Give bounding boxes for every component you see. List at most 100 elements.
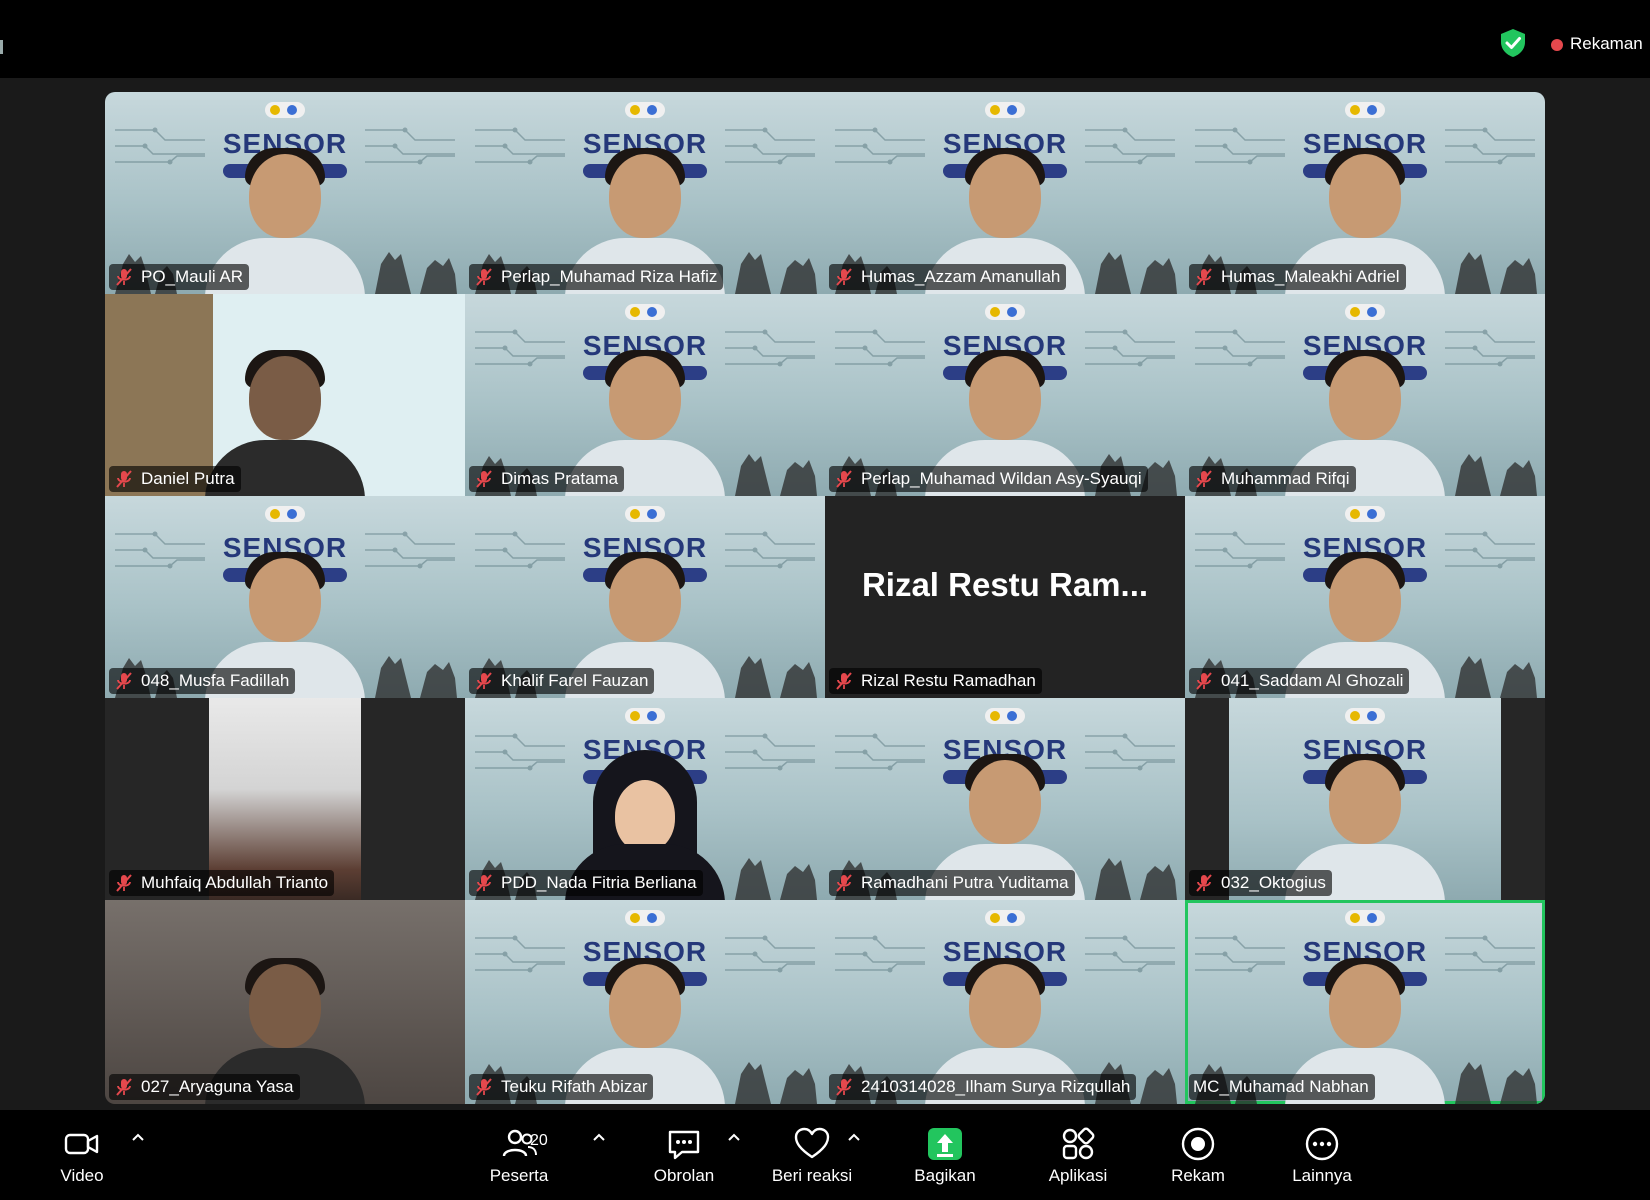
record-icon	[1181, 1127, 1215, 1161]
sponsor-logos-icon	[1345, 304, 1385, 320]
video-tile-active-speaker[interactable]: SENSORKRSTIMC_Muhamad Nabhan	[1185, 900, 1545, 1104]
record-label: Rekam	[1171, 1166, 1225, 1185]
participants-button[interactable]: 20 Peserta	[464, 1124, 574, 1186]
circuit-pattern-icon	[835, 127, 925, 165]
participant-name-tag: 2410314028_Ilham Surya Rizqullah	[829, 1074, 1137, 1100]
apps-icon	[1062, 1127, 1095, 1160]
chat-options-chevron-up-icon[interactable]	[726, 1130, 742, 1146]
record-button[interactable]: Rekam	[1143, 1124, 1253, 1186]
circuit-pattern-icon	[1195, 329, 1285, 367]
mic-off-icon	[116, 672, 132, 690]
participant-name-tag: PO_Mauli AR	[109, 264, 250, 290]
sponsor-logos-icon	[625, 910, 665, 926]
circuit-pattern-icon	[1445, 935, 1535, 973]
video-tile[interactable]: SENSORKRSTIPerlap_Muhamad Wildan Asy-Sya…	[825, 294, 1185, 496]
mic-off-icon	[1196, 874, 1212, 892]
video-tile[interactable]: SENSORKRSTIDimas Pratama	[465, 294, 825, 496]
participant-name: Ramadhani Putra Yuditama	[861, 873, 1069, 892]
reactions-options-chevron-up-icon[interactable]	[846, 1130, 862, 1146]
circuit-pattern-icon	[1085, 329, 1175, 367]
participant-name: PO_Mauli AR	[141, 267, 244, 286]
share-screen-label: Bagikan	[914, 1166, 976, 1185]
video-tile[interactable]: SENSORKRSTIMuhammad Rifqi	[1185, 294, 1545, 496]
participant-name-tag: 032_Oktogius	[1189, 870, 1332, 896]
mic-off-icon	[1196, 672, 1212, 690]
circuit-pattern-icon	[725, 935, 815, 973]
participant-name-tag: Dimas Pratama	[469, 466, 625, 492]
circuit-pattern-icon	[365, 531, 455, 569]
video-tile[interactable]: SENSORKRSTIRamadhani Putra Yuditama	[825, 698, 1185, 900]
circuit-pattern-icon	[475, 935, 565, 973]
participant-name: 2410314028_Ilham Surya Rizqullah	[861, 1077, 1131, 1096]
sponsor-logos-icon	[985, 102, 1025, 118]
mic-off-icon	[476, 672, 492, 690]
sponsor-logos-icon	[985, 304, 1025, 320]
circuit-pattern-icon	[835, 733, 925, 771]
video-tile[interactable]: SENSORKRSTIPO_Mauli AR	[105, 92, 465, 294]
video-tile[interactable]: SENSORKRSTIHumas_Azzam Amanullah	[825, 92, 1185, 294]
participant-name-tag: 041_Saddam Al Ghozali	[1189, 668, 1410, 694]
circuit-pattern-icon	[475, 531, 565, 569]
participant-name: Teuku Rifath Abizar	[501, 1077, 648, 1096]
video-tile[interactable]: Muhfaiq Abdullah Trianto	[105, 698, 465, 900]
heart-icon	[794, 1127, 830, 1159]
window-edge-glyph	[0, 40, 3, 54]
video-tile[interactable]: Rizal Restu Ram... Rizal Restu Ramadhan	[825, 496, 1185, 698]
participant-name-tag: Khalif Farel Fauzan	[469, 668, 655, 694]
video-tile[interactable]: SENSORKRSTI2410314028_Ilham Surya Rizqul…	[825, 900, 1185, 1104]
participant-name-tag: Muhammad Rifqi	[1189, 466, 1356, 492]
participant-name-tag: Daniel Putra	[109, 466, 241, 492]
more-button[interactable]: Lainnya	[1267, 1124, 1377, 1186]
share-screen-button[interactable]: Bagikan	[890, 1124, 1000, 1186]
video-options-chevron-up-icon[interactable]	[130, 1130, 146, 1146]
mic-off-icon	[476, 470, 492, 488]
video-tile[interactable]: SENSORKRSTI041_Saddam Al Ghozali	[1185, 496, 1545, 698]
participants-options-chevron-up-icon[interactable]	[591, 1130, 607, 1146]
shield-check-icon[interactable]	[1499, 28, 1527, 58]
participants-count: 20	[530, 1132, 548, 1149]
sponsor-logos-icon	[985, 910, 1025, 926]
video-tile[interactable]: Daniel Putra	[105, 294, 465, 496]
circuit-pattern-icon	[1195, 531, 1285, 569]
meeting-toolbar: Video 20 Peserta Obrolan Beri reaksi Bag…	[0, 1110, 1650, 1200]
apps-label: Aplikasi	[1048, 1166, 1108, 1185]
circuit-pattern-icon	[475, 733, 565, 771]
video-tile[interactable]: SENSORKRSTIPDD_Nada Fitria Berliana	[465, 698, 825, 900]
video-button[interactable]: Video	[27, 1124, 137, 1186]
participant-name: Humas_Azzam Amanullah	[861, 267, 1061, 286]
video-tile[interactable]: 027_Aryaguna Yasa	[105, 900, 465, 1104]
circuit-pattern-icon	[1195, 127, 1285, 165]
recording-label[interactable]: Rekaman	[1570, 34, 1643, 54]
mic-off-icon	[1196, 470, 1212, 488]
mic-off-icon	[836, 874, 852, 892]
circuit-pattern-icon	[115, 127, 205, 165]
apps-button[interactable]: Aplikasi	[1023, 1124, 1133, 1186]
participant-name: Muhammad Rifqi	[1221, 469, 1350, 488]
video-tile[interactable]: SENSORKRSTI032_Oktogius	[1185, 698, 1545, 900]
chat-button[interactable]: Obrolan	[629, 1124, 739, 1186]
circuit-pattern-icon	[835, 935, 925, 973]
participant-name: MC_Muhamad Nabhan	[1193, 1077, 1369, 1096]
video-tile[interactable]: SENSORKRSTITeuku Rifath Abizar	[465, 900, 825, 1104]
participants-label: Peserta	[489, 1166, 549, 1185]
mic-off-icon	[476, 1078, 492, 1096]
sponsor-logos-icon	[1345, 102, 1385, 118]
participant-name-tag: PDD_Nada Fitria Berliana	[469, 870, 703, 896]
circuit-pattern-icon	[835, 329, 925, 367]
participant-name-tag: 027_Aryaguna Yasa	[109, 1074, 300, 1100]
video-tile[interactable]: SENSORKRSTIPerlap_Muhamad Riza Hafiz	[465, 92, 825, 294]
mic-off-icon	[836, 470, 852, 488]
mic-off-icon	[836, 672, 852, 690]
mic-off-icon	[836, 1078, 852, 1096]
video-label: Video	[60, 1166, 104, 1185]
participant-name: Perlap_Muhamad Wildan Asy-Syauqi	[861, 469, 1142, 488]
video-tile[interactable]: SENSORKRSTIHumas_Maleakhi Adriel	[1185, 92, 1545, 294]
participant-name: Humas_Maleakhi Adriel	[1221, 267, 1400, 286]
video-tile[interactable]: SENSORKRSTI048_Musfa Fadillah	[105, 496, 465, 698]
participant-name-tag: MC_Muhamad Nabhan	[1189, 1074, 1375, 1100]
circuit-pattern-icon	[725, 733, 815, 771]
mic-off-icon	[116, 874, 132, 892]
mic-off-icon	[116, 470, 132, 488]
video-tile[interactable]: SENSORKRSTIKhalif Farel Fauzan	[465, 496, 825, 698]
participant-name-tag: Teuku Rifath Abizar	[469, 1074, 654, 1100]
